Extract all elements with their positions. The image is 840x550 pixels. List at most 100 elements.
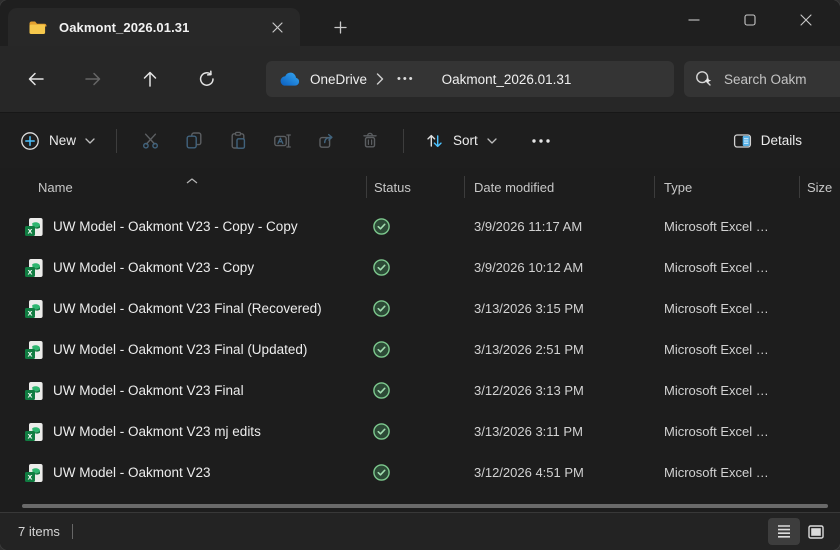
file-row[interactable]: x UW Model - Oakmont V23 mj edits 3/13/2… [0,411,840,452]
file-type: Microsoft Excel … [664,342,769,357]
details-button[interactable]: Details [723,123,812,159]
file-date-modified: 3/9/2026 10:12 AM [474,260,584,275]
sync-status-icon [373,464,390,481]
explorer-tab[interactable]: Oakmont_2026.01.31 [8,8,300,46]
status-bar: 7 items [0,512,840,550]
breadcrumb-ellipsis[interactable]: ••• [393,73,419,85]
file-type: Microsoft Excel … [664,383,769,398]
copy-icon [172,123,216,159]
svg-text:x: x [28,225,33,235]
delete-icon [348,123,392,159]
cut-icon [128,123,172,159]
sort-ascending-caret [186,178,198,184]
paste-icon [216,123,260,159]
title-bar: Oakmont_2026.01.31 [0,0,840,46]
file-list: x UW Model - Oakmont V23 - Copy - Copy 3… [0,206,840,493]
column-header-date-modified[interactable]: Date modified [464,176,654,198]
new-button-label: New [49,133,77,148]
excel-file-icon: x [24,258,44,278]
chevron-down-icon [487,137,497,144]
excel-file-icon: x [24,217,44,237]
file-name: UW Model - Oakmont V23 Final (Recovered) [53,301,322,316]
items-count: 7 items [18,524,60,539]
file-row[interactable]: x UW Model - Oakmont V23 3/12/2026 4:51 … [0,452,840,493]
breadcrumb-chevron-icon[interactable] [376,73,384,85]
svg-text:x: x [28,471,33,481]
file-row[interactable]: x UW Model - Oakmont V23 - Copy 3/9/2026… [0,247,840,288]
column-header-name[interactable]: Name [0,176,366,198]
breadcrumb-current[interactable]: Oakmont_2026.01.31 [442,72,572,87]
file-type: Microsoft Excel … [664,260,769,275]
svg-text:x: x [28,389,33,399]
column-header-type[interactable]: Type [654,176,799,198]
view-details-icon[interactable] [768,518,800,545]
toolbar-separator [116,128,118,153]
details-button-label: Details [760,133,802,148]
statusbar-separator [71,524,73,539]
sync-status-icon [373,259,390,276]
file-type: Microsoft Excel … [664,424,769,439]
refresh-icon[interactable] [187,61,227,97]
breadcrumb-root[interactable]: OneDrive [310,72,367,87]
column-header-status[interactable]: Status [366,176,464,198]
file-row[interactable]: x UW Model - Oakmont V23 - Copy - Copy 3… [0,206,840,247]
svg-text:x: x [28,430,33,440]
file-name: UW Model - Oakmont V23 - Copy [53,260,255,275]
toolbar-separator [403,128,405,153]
file-date-modified: 3/13/2026 3:11 PM [474,424,583,439]
file-date-modified: 3/9/2026 11:17 AM [474,219,583,234]
rename-icon [260,123,304,159]
search-box[interactable] [684,61,840,97]
chevron-down-icon [85,137,95,144]
file-name: UW Model - Oakmont V23 mj edits [53,424,261,439]
column-header-size[interactable]: Size [799,176,840,198]
sort-button[interactable]: Sort [415,123,507,159]
sync-status-icon [373,423,390,440]
sync-status-icon [373,341,390,358]
file-row[interactable]: x UW Model - Oakmont V23 Final (Recovere… [0,288,840,329]
svg-text:x: x [28,307,33,317]
forward-icon [73,61,113,97]
minimize-icon[interactable] [666,0,722,40]
sort-button-label: Sort [453,133,478,148]
sync-status-icon [373,300,390,317]
file-row[interactable]: x UW Model - Oakmont V23 Final 3/12/2026… [0,370,840,411]
file-type: Microsoft Excel … [664,301,769,316]
excel-file-icon: x [24,299,44,319]
file-date-modified: 3/13/2026 2:51 PM [474,342,584,357]
horizontal-scrollbar[interactable] [22,504,828,508]
view-thumbnail-icon[interactable] [800,518,832,545]
close-window-icon[interactable] [778,0,834,40]
sync-status-icon [373,382,390,399]
excel-file-icon: x [24,340,44,360]
sync-status-icon [373,218,390,235]
details-pane-icon [733,132,752,150]
sort-arrows-icon [425,132,444,150]
maximize-icon[interactable] [722,0,778,40]
excel-file-icon: x [24,381,44,401]
window-controls [666,0,834,40]
file-type: Microsoft Excel … [664,465,769,480]
close-tab-icon[interactable] [264,14,290,40]
up-icon[interactable] [130,61,170,97]
folder-icon [28,20,47,35]
file-name: UW Model - Oakmont V23 [53,465,211,480]
new-plus-icon [20,131,40,151]
search-sparkle-icon [694,69,714,89]
excel-file-icon: x [24,463,44,483]
back-icon[interactable] [16,61,56,97]
file-name: UW Model - Oakmont V23 Final [53,383,244,398]
file-name: UW Model - Oakmont V23 - Copy - Copy [53,219,298,234]
file-type: Microsoft Excel … [664,219,769,234]
file-date-modified: 3/13/2026 3:15 PM [474,301,584,316]
new-button[interactable]: New [10,123,105,159]
svg-text:x: x [28,266,33,276]
address-bar[interactable]: OneDrive ••• Oakmont_2026.01.31 [266,61,674,97]
file-date-modified: 3/12/2026 3:13 PM [474,383,584,398]
file-row[interactable]: x UW Model - Oakmont V23 Final (Updated)… [0,329,840,370]
tab-title: Oakmont_2026.01.31 [59,19,190,35]
onedrive-cloud-icon [278,72,301,87]
search-input[interactable] [724,71,840,87]
more-options-icon[interactable] [521,123,561,159]
new-tab-icon[interactable] [326,14,354,40]
